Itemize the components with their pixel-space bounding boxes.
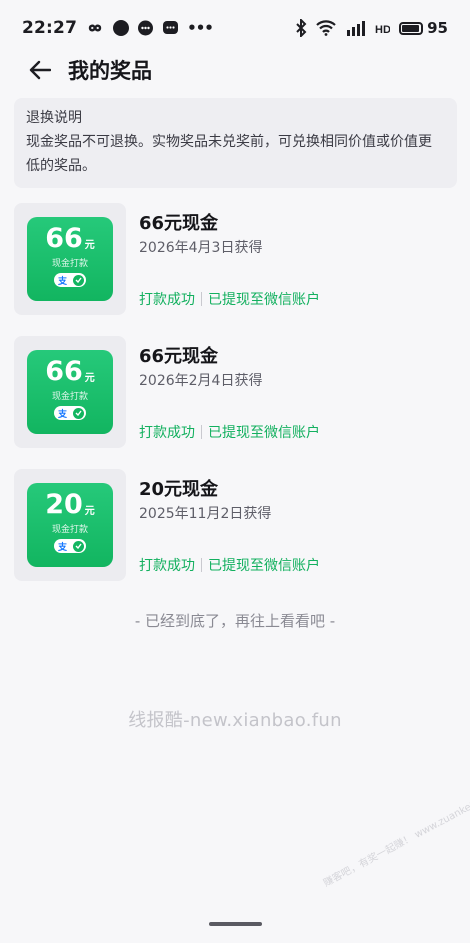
end-of-list-tip: - 已经到底了，再往上看看吧 - xyxy=(134,612,336,630)
voucher-subtitle: 现金打款 xyxy=(51,392,88,402)
prize-thumbnail: 20 元 现金打款 支 xyxy=(14,469,126,581)
page-title: 我的奖品 xyxy=(68,59,152,83)
voucher-unit: 元 xyxy=(84,240,95,251)
prize-card[interactable]: 66 元 现金打款 支 66元现金 2026年2月4日获得 打款成功 已提现至微… xyxy=(0,336,470,450)
payout-status: 打款成功 xyxy=(139,425,195,441)
svg-text:HD: HD xyxy=(375,24,390,36)
status-divider xyxy=(201,558,202,572)
voucher-amount: 66 xyxy=(45,356,83,387)
back-button[interactable] xyxy=(24,54,56,86)
wechat-pay-icon xyxy=(73,407,84,419)
payout-detail: 已提现至微信账户 xyxy=(208,558,320,574)
chat-bubble-icon xyxy=(113,20,130,36)
dialog-icon xyxy=(162,20,179,37)
infinity-icon xyxy=(85,22,105,34)
prize-card[interactable]: 20 元 现金打款 支 20元现金 2025年11月2日获得 打款成功 已提现至… xyxy=(0,469,470,583)
app-header: 我的奖品 xyxy=(0,48,470,92)
status-divider xyxy=(201,425,202,439)
battery-percent: 95 xyxy=(427,19,448,37)
prize-date: 2025年11月2日获得 xyxy=(139,506,272,522)
prize-name: 66元现金 xyxy=(139,346,219,367)
payment-logos: 支 xyxy=(54,406,86,420)
payout-status: 打款成功 xyxy=(139,558,195,574)
voucher-amount: 66 xyxy=(45,223,83,254)
prize-status: 打款成功 已提现至微信账户 xyxy=(139,422,320,442)
cellular-signal-icon xyxy=(345,20,366,36)
wifi-icon xyxy=(316,20,336,36)
status-time: 22:27 xyxy=(22,18,78,38)
status-divider xyxy=(201,292,202,306)
prize-thumbnail: 66 元 现金打款 支 xyxy=(14,203,126,315)
alipay-icon: 支 xyxy=(58,409,68,420)
arrow-left-icon xyxy=(29,60,51,80)
home-indicator[interactable] xyxy=(209,922,262,926)
cash-voucher-image: 66 元 现金打款 支 xyxy=(27,350,113,434)
alipay-icon: 支 xyxy=(58,276,68,287)
payout-detail: 已提现至微信账户 xyxy=(208,425,320,441)
message-icon xyxy=(137,20,154,37)
prize-date: 2026年2月4日获得 xyxy=(139,373,263,389)
notice-text: 现金奖品不可退换。实物奖品未兑奖前，可兑换相同价值或价值更低的奖品。 xyxy=(26,134,432,174)
voucher-subtitle: 现金打款 xyxy=(51,525,88,535)
prize-card[interactable]: 66 元 现金打款 支 66元现金 2026年4月3日获得 打款成功 已提现至微… xyxy=(0,203,470,317)
cash-voucher-image: 66 元 现金打款 支 xyxy=(27,217,113,301)
corner-watermark: 赚客吧，有奖一起赚！ www.zuanke8.com xyxy=(321,787,470,890)
prize-thumbnail: 66 元 现金打款 支 xyxy=(14,336,126,448)
notice-title: 退换说明 xyxy=(26,110,82,126)
prize-status: 打款成功 已提现至微信账户 xyxy=(139,555,320,575)
bluetooth-icon xyxy=(295,19,307,37)
prize-name: 20元现金 xyxy=(139,479,219,500)
payout-status: 打款成功 xyxy=(139,292,195,308)
cash-voucher-image: 20 元 现金打款 支 xyxy=(27,483,113,567)
battery-indicator: 95 xyxy=(399,19,448,37)
exchange-notice: 退换说明 现金奖品不可退换。实物奖品未兑奖前，可兑换相同价值或价值更低的奖品。 xyxy=(14,98,457,188)
more-notifications-icon: ••• xyxy=(187,19,214,37)
alipay-icon: 支 xyxy=(58,542,68,553)
payment-logos: 支 xyxy=(54,273,86,287)
prize-name: 66元现金 xyxy=(139,213,219,234)
watermark-text: 线报酷-new.xianbao.fun xyxy=(128,710,342,731)
prize-date: 2026年4月3日获得 xyxy=(139,240,263,256)
payout-detail: 已提现至微信账户 xyxy=(208,292,320,308)
voucher-subtitle: 现金打款 xyxy=(51,259,88,269)
battery-icon xyxy=(399,21,424,35)
voucher-amount: 20 xyxy=(45,489,83,520)
prize-status: 打款成功 已提现至微信账户 xyxy=(139,289,320,309)
voucher-unit: 元 xyxy=(84,506,95,517)
hd-icon: HD xyxy=(374,20,390,36)
payment-logos: 支 xyxy=(54,539,86,553)
wechat-pay-icon xyxy=(73,540,84,552)
voucher-unit: 元 xyxy=(84,373,95,384)
wechat-pay-icon xyxy=(73,274,84,286)
